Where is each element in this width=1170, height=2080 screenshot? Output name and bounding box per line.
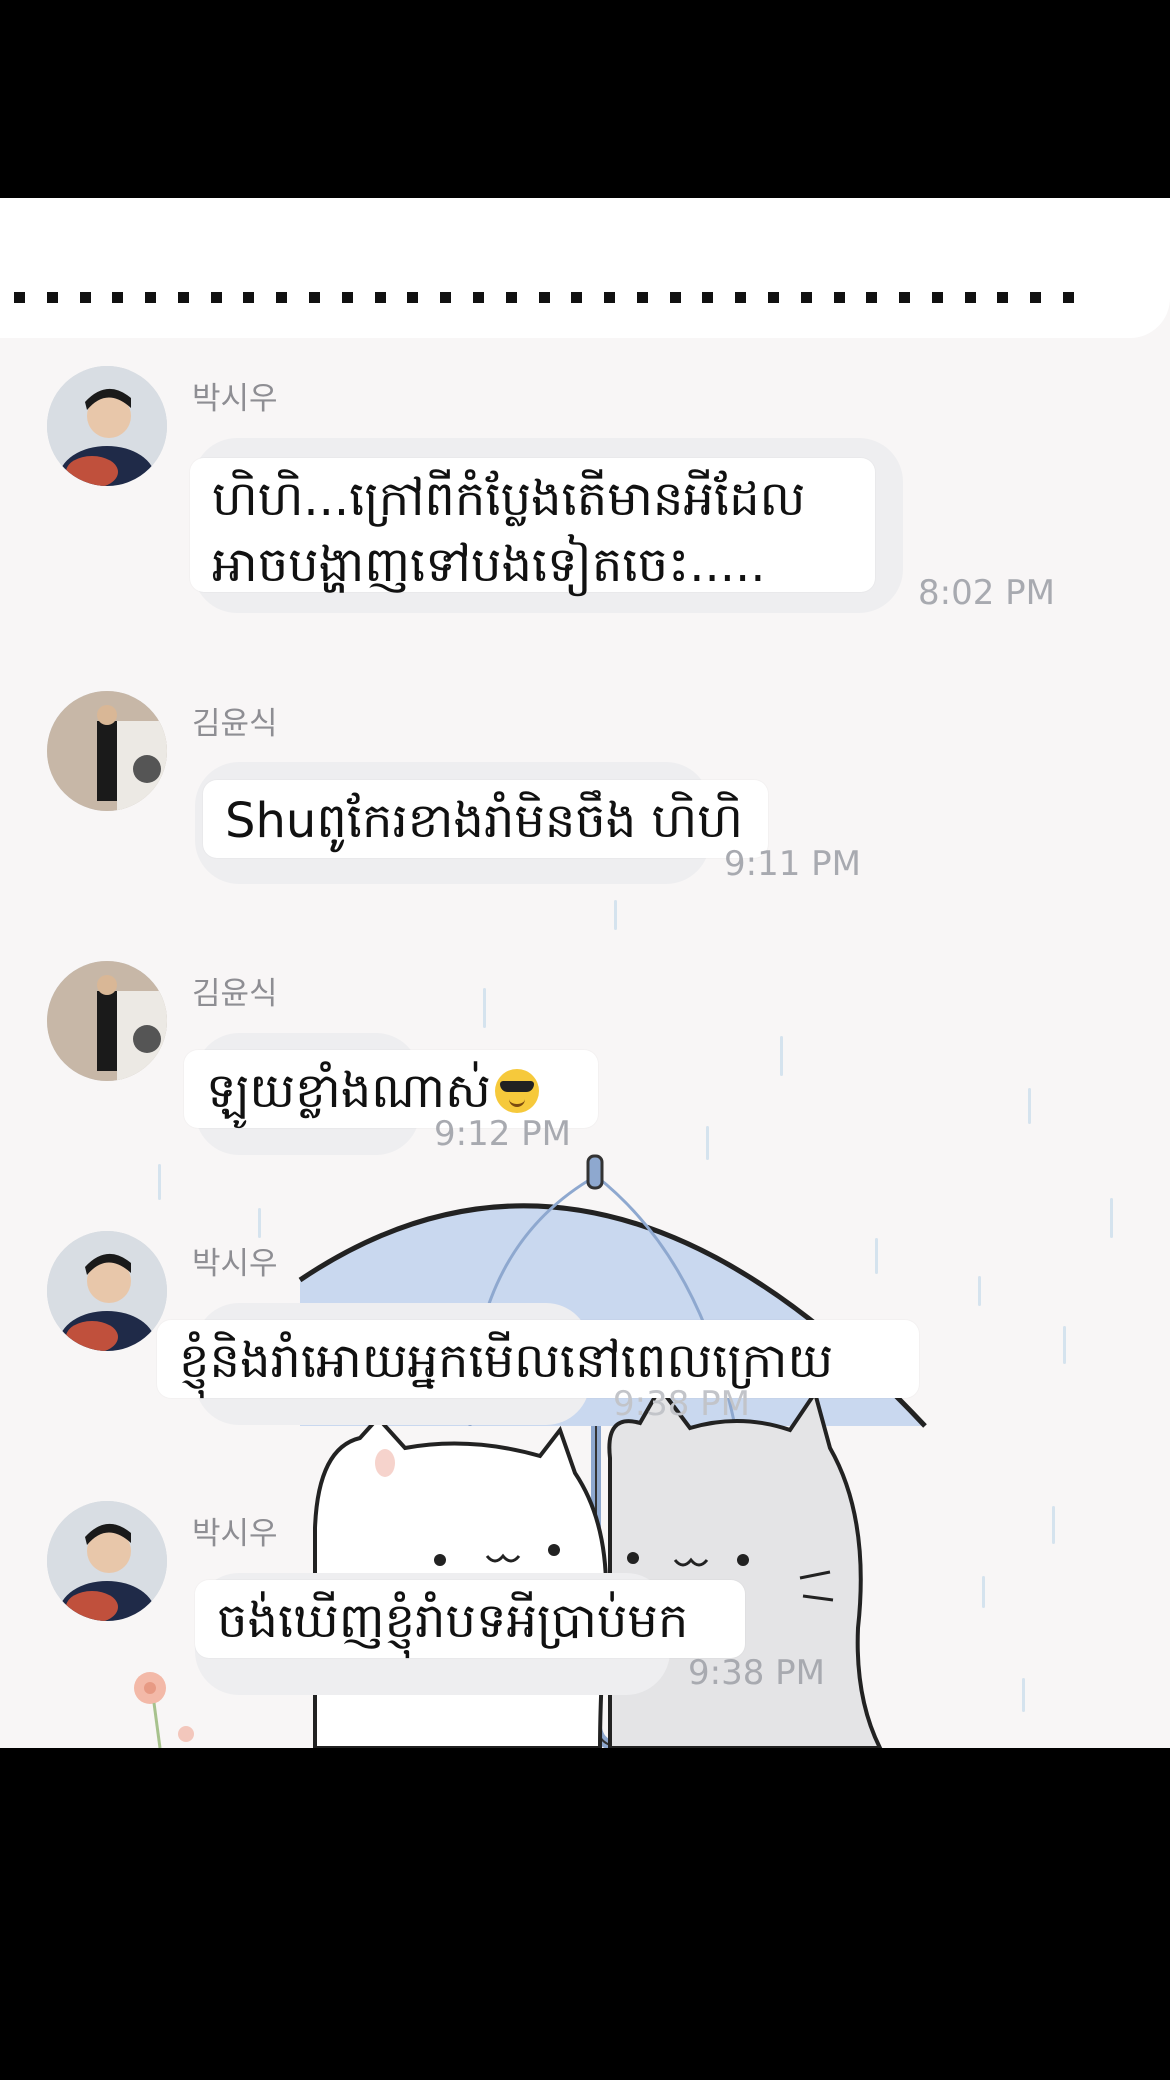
message-text-line: ចង់ឃើញខ្ញុំរាំបទអីប្រាប់មក [217, 1593, 689, 1649]
header-strip [0, 198, 1170, 338]
message-time: 9:11 PM [724, 844, 861, 884]
message-time: 9:38 PM [613, 1384, 750, 1424]
message-text-line: អាចបង្ហាញទៅបងទៀតចេះ..... [212, 537, 766, 593]
bottom-black-bar [0, 1748, 1170, 2080]
message-time: 9:38 PM [688, 1653, 825, 1693]
top-black-bar [0, 0, 1170, 198]
message-text-line: Shuពូកែរខាងរាំមិនចឹង ហិហិ [225, 793, 743, 849]
boy-portrait-avatar[interactable] [47, 1231, 167, 1351]
message-bubble[interactable]: ខ្ញុំនិងរាំអោយអ្នកមើលនៅពេលក្រោយ [157, 1320, 919, 1398]
message-bubble[interactable]: Shuពូកែរខាងរាំមិនចឹង ហិហិ [203, 780, 768, 858]
sender-name: 박시우 [192, 381, 278, 417]
message-bubble[interactable]: ចង់ឃើញខ្ញុំរាំបទអីប្រាប់មក [195, 1580, 745, 1658]
sender-name: 박시우 [192, 1516, 278, 1552]
boy-portrait-avatar[interactable] [47, 1501, 167, 1621]
message-text-line: ខ្ញុំនិងរាំអោយអ្នកមើលនៅពេលក្រោយ [179, 1333, 834, 1389]
message-time: 9:12 PM [434, 1114, 571, 1154]
smiling-face-with-sunglasses-icon [494, 1069, 539, 1113]
message-time: 8:02 PM [918, 573, 1055, 613]
message-text-line: ហិហិ...ក្រៅពីកំប្លែងតើមានអីដែល [212, 471, 806, 527]
man-street-avatar[interactable] [47, 691, 167, 811]
dotted-divider [14, 292, 1074, 304]
message-text-line: ឡូយខ្លាំងណាស់ [206, 1063, 491, 1119]
sender-name: 김윤식 [192, 976, 278, 1012]
man-street-avatar[interactable] [47, 961, 167, 1081]
message-bubble[interactable]: ហិហិ...ក្រៅពីកំប្លែងតើមានអីដែល អាចបង្ហាញ… [190, 458, 875, 593]
sender-name: 박시우 [192, 1246, 278, 1282]
sender-name: 김윤식 [192, 706, 278, 742]
chat-screen: 박시우 ហិហិ...ក្រៅពីកំប្លែងតើមានអីដែល អាចបង… [0, 198, 1170, 1748]
boy-portrait-avatar[interactable] [47, 366, 167, 486]
umbrella-cats-illustration [134, 1154, 927, 1748]
